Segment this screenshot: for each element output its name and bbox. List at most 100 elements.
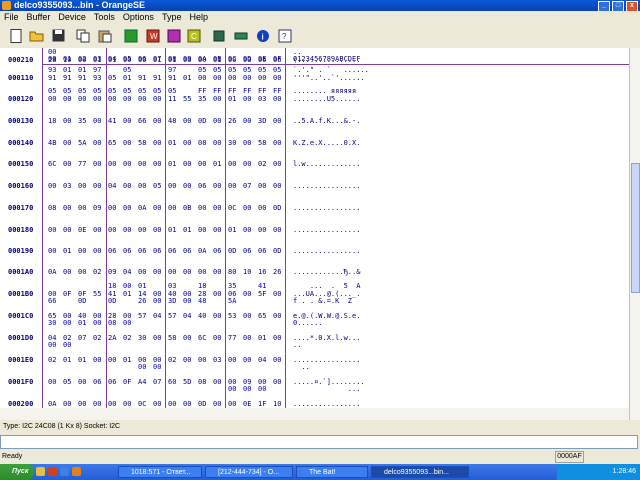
hex-byte[interactable]: 66 bbox=[138, 117, 154, 125]
hex-byte[interactable]: 00 bbox=[138, 268, 154, 276]
info-icon[interactable]: i bbox=[254, 27, 271, 44]
help-icon[interactable]: ? bbox=[276, 27, 293, 44]
hex-byte[interactable]: 02 bbox=[48, 356, 64, 364]
hex-byte[interactable]: 30 bbox=[228, 139, 244, 147]
hex-byte[interactable]: 00 bbox=[228, 160, 244, 168]
hex-byte[interactable]: 05 bbox=[78, 87, 94, 95]
hex-byte[interactable]: 00 bbox=[183, 334, 199, 342]
hex-byte[interactable]: 00 bbox=[123, 56, 139, 64]
hex-byte[interactable]: 03 bbox=[258, 95, 274, 103]
hex-byte[interactable]: 05 bbox=[168, 87, 184, 95]
hex-byte[interactable]: 00 bbox=[123, 95, 139, 103]
save-icon[interactable] bbox=[50, 27, 67, 44]
hex-byte[interactable]: 06 bbox=[273, 56, 289, 64]
hex-byte[interactable]: 00 bbox=[228, 400, 244, 408]
hex-byte[interactable]: 08 bbox=[48, 204, 64, 212]
hex-byte[interactable]: 00 bbox=[138, 226, 154, 234]
hex-row[interactable]: 000110 93 01 01 97 05 97 05 05 05 05 05 05 91 91 91 93 05… bbox=[0, 66, 629, 84]
hex-byte[interactable]: 06 bbox=[198, 182, 214, 190]
hex-byte[interactable]: 05 bbox=[108, 87, 124, 95]
hex-byte[interactable]: 77 bbox=[78, 160, 94, 168]
hex-byte[interactable]: 00 bbox=[123, 139, 139, 147]
menu-device[interactable]: Device bbox=[54, 11, 90, 24]
hex-byte[interactable]: 00 bbox=[243, 117, 259, 125]
hex-byte[interactable]: 00 bbox=[48, 182, 64, 190]
hex-byte[interactable]: 00 bbox=[258, 204, 274, 212]
hex-byte[interactable]: 06 bbox=[123, 247, 139, 255]
hex-byte[interactable]: 00 bbox=[138, 56, 154, 64]
hex-byte[interactable]: 00 bbox=[213, 139, 229, 147]
erase-icon[interactable] bbox=[165, 27, 182, 44]
hex-byte[interactable]: 04 bbox=[258, 356, 274, 364]
hex-byte[interactable]: 0D bbox=[198, 117, 214, 125]
hex-row[interactable]: 0001E0 02 01 01 00 00 01 00 00 02 00 00 03 00 00 04 00 00… bbox=[0, 348, 629, 371]
hex-byte[interactable]: 01 bbox=[228, 226, 244, 234]
hex-byte[interactable]: 00 bbox=[228, 356, 244, 364]
hex-byte[interactable]: 5F bbox=[258, 290, 274, 298]
hex-byte[interactable]: 05 bbox=[48, 87, 64, 95]
hex-byte[interactable]: 00 bbox=[243, 74, 259, 82]
hex-byte[interactable]: 00 bbox=[243, 312, 259, 320]
hex-byte[interactable]: 40 bbox=[198, 312, 214, 320]
hex-byte[interactable]: 05 bbox=[123, 87, 139, 95]
hex-byte[interactable]: 00 bbox=[213, 226, 229, 234]
hex-byte[interactable]: 06 bbox=[243, 247, 259, 255]
hex-byte[interactable]: 0F bbox=[123, 378, 139, 386]
hex-byte[interactable]: 00 bbox=[198, 160, 214, 168]
hex-byte[interactable]: 3D bbox=[258, 117, 274, 125]
hex-byte[interactable]: 06 bbox=[168, 247, 184, 255]
hex-byte[interactable]: 00 bbox=[228, 56, 244, 64]
hex-byte[interactable]: 0A bbox=[48, 400, 64, 408]
hex-byte[interactable]: 00 bbox=[78, 247, 94, 255]
hex-byte[interactable]: 04 bbox=[108, 182, 124, 190]
hex-byte[interactable]: 00 bbox=[108, 160, 124, 168]
menu-options[interactable]: Options bbox=[119, 11, 158, 24]
task-thebat[interactable]: The Bat! bbox=[296, 466, 368, 478]
hex-byte[interactable]: 00 bbox=[93, 226, 109, 234]
menu-tools[interactable]: Tools bbox=[90, 11, 119, 24]
hex-byte[interactable]: 00 bbox=[153, 95, 169, 103]
hex-byte[interactable]: 06 bbox=[213, 247, 229, 255]
hex-byte[interactable]: 00 bbox=[213, 74, 229, 82]
hex-byte[interactable]: 00 bbox=[48, 48, 64, 56]
write-icon[interactable]: W bbox=[144, 27, 161, 44]
hex-byte[interactable]: 00 bbox=[183, 56, 199, 64]
hex-byte[interactable]: 00 bbox=[78, 204, 94, 212]
hex-byte[interactable]: 18 bbox=[108, 282, 124, 290]
hex-byte[interactable]: 00 bbox=[138, 182, 154, 190]
hex-byte[interactable]: 0E bbox=[78, 226, 94, 234]
new-icon[interactable] bbox=[8, 27, 25, 44]
hex-byte[interactable]: 00 bbox=[213, 290, 229, 298]
hex-byte[interactable]: 5D bbox=[183, 378, 199, 386]
task-answer[interactable]: 1018:571 - Ответ... bbox=[118, 466, 202, 478]
hex-row[interactable]: 000190 00 01 00 00 06 06 06 06 06 06 0A 06 0D 06 06 0D..… bbox=[0, 239, 629, 257]
hex-byte[interactable]: 08 bbox=[198, 139, 214, 147]
hex-byte[interactable]: 0D bbox=[228, 247, 244, 255]
hex-byte[interactable]: 4B bbox=[48, 139, 64, 147]
menu-help[interactable]: Help bbox=[185, 11, 212, 24]
hex-byte[interactable]: 0F bbox=[63, 290, 79, 298]
hex-byte[interactable]: FF bbox=[213, 87, 229, 95]
hex-byte[interactable]: 06 bbox=[183, 247, 199, 255]
hex-byte[interactable]: 01 bbox=[213, 160, 229, 168]
hex-byte[interactable]: 01 bbox=[123, 290, 139, 298]
hex-byte[interactable]: 00 bbox=[273, 378, 289, 386]
hex-byte[interactable]: 0A bbox=[138, 204, 154, 212]
hex-byte[interactable]: 05 bbox=[63, 87, 79, 95]
start-button[interactable]: Пуск bbox=[0, 464, 34, 480]
hex-byte[interactable]: 55 bbox=[93, 290, 109, 298]
hex-byte[interactable]: 16 bbox=[258, 268, 274, 276]
hex-byte[interactable]: 00 bbox=[168, 400, 184, 408]
hex-byte[interactable]: 03 bbox=[63, 182, 79, 190]
hex-byte[interactable]: 01 bbox=[258, 334, 274, 342]
hex-byte[interactable]: 00 bbox=[183, 117, 199, 125]
hex-byte[interactable]: 0A bbox=[48, 268, 64, 276]
hex-byte[interactable]: 00 bbox=[243, 290, 259, 298]
hex-byte[interactable]: 00 bbox=[78, 56, 94, 64]
hex-byte[interactable]: 00 bbox=[153, 139, 169, 147]
hex-byte[interactable]: 01 bbox=[108, 56, 124, 64]
hex-byte[interactable]: 0C bbox=[228, 204, 244, 212]
hex-byte[interactable]: 5A bbox=[78, 139, 94, 147]
hex-byte[interactable]: 00 bbox=[168, 182, 184, 190]
hex-byte[interactable]: FF bbox=[198, 87, 214, 95]
